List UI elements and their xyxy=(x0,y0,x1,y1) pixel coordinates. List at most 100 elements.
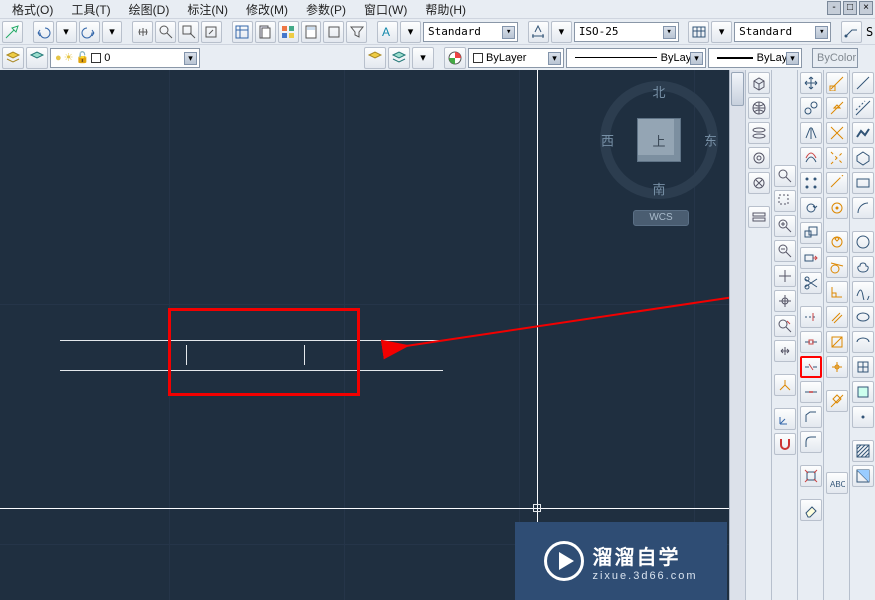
menu-window[interactable]: 窗口(W) xyxy=(356,1,415,18)
array-button[interactable] xyxy=(800,172,822,194)
viewcube-north[interactable]: 北 xyxy=(652,82,665,101)
copy-button[interactable] xyxy=(800,97,822,119)
tool-palette-button[interactable] xyxy=(278,21,299,43)
move-button[interactable] xyxy=(800,72,822,94)
color-button[interactable] xyxy=(444,47,466,69)
close-button[interactable]: × xyxy=(859,1,873,15)
offset-button[interactable] xyxy=(800,147,822,169)
menu-help[interactable]: 帮助(H) xyxy=(417,1,474,18)
view-section-button[interactable] xyxy=(748,206,770,228)
zoom-window-button[interactable] xyxy=(178,21,199,43)
text-drop-button[interactable]: ▾ xyxy=(400,21,421,43)
break-point-button[interactable] xyxy=(800,331,822,353)
markup-button[interactable] xyxy=(323,21,344,43)
sheet-set-button[interactable] xyxy=(255,21,276,43)
osnap-none-button[interactable]: ABC xyxy=(826,472,848,494)
line-weight-combo[interactable]: ByLayer ▾ xyxy=(708,48,802,68)
menu-format[interactable]: 格式(O) xyxy=(4,1,61,18)
osnap-fork-button[interactable] xyxy=(774,374,796,396)
view-swivel-button[interactable] xyxy=(748,122,770,144)
menu-modify[interactable]: 修改(M) xyxy=(238,1,296,18)
pline-button[interactable] xyxy=(852,122,874,144)
osnap-magnet-button[interactable] xyxy=(774,433,796,455)
drawing-canvas[interactable]: 北 南 西 东 上 WCS 溜溜自学 zixue.3d66.com xyxy=(0,70,745,600)
view-orbit-button[interactable] xyxy=(748,147,770,169)
make-block-button[interactable] xyxy=(852,381,874,403)
revcloud-button[interactable] xyxy=(852,256,874,278)
zoom-realtime-button[interactable] xyxy=(774,165,796,187)
zoom-scale-button[interactable] xyxy=(774,240,796,262)
zoom-object-button[interactable] xyxy=(774,290,796,312)
viewcube[interactable]: 北 南 西 东 上 xyxy=(599,80,719,200)
osnap-center-button[interactable] xyxy=(826,197,848,219)
spline-button[interactable] xyxy=(852,281,874,303)
rectangle-button[interactable] xyxy=(852,172,874,194)
osnap-perp-button[interactable] xyxy=(826,281,848,303)
osnap-intersect-button[interactable] xyxy=(826,122,848,144)
undo-button[interactable] xyxy=(33,21,54,43)
minimize-button[interactable]: ‐ xyxy=(827,1,841,15)
wcs-button[interactable]: WCS xyxy=(633,210,689,226)
circle-button[interactable] xyxy=(852,231,874,253)
match-prop-button[interactable] xyxy=(2,21,23,43)
menu-parametric[interactable]: 参数(P) xyxy=(298,1,354,18)
polygon-button[interactable] xyxy=(852,147,874,169)
line-button[interactable] xyxy=(852,72,874,94)
menu-draw[interactable]: 绘图(D) xyxy=(121,1,178,18)
arc-button[interactable] xyxy=(852,197,874,219)
join-button[interactable] xyxy=(800,381,822,403)
mirror-button[interactable] xyxy=(800,122,822,144)
layer-drop-button[interactable]: ▾ xyxy=(412,47,434,69)
extend-button[interactable] xyxy=(800,306,822,328)
text-panel-button[interactable]: A xyxy=(377,21,398,43)
line-type-combo[interactable]: ByLayer ▾ xyxy=(566,48,706,68)
osnap-endpoint-button[interactable] xyxy=(826,72,848,94)
layer-props-button[interactable] xyxy=(2,47,24,69)
dim-drop-button[interactable]: ▾ xyxy=(551,21,572,43)
line-color-combo[interactable]: ByLayer ▾ xyxy=(468,48,564,68)
viewcube-west[interactable]: 西 xyxy=(601,131,614,150)
osnap-insert-button[interactable] xyxy=(826,331,848,353)
ellipse-arc-button[interactable] xyxy=(852,331,874,353)
viewcube-east[interactable]: 东 xyxy=(704,131,717,150)
point-button[interactable] xyxy=(852,406,874,428)
zoom-window-2-button[interactable] xyxy=(774,190,796,212)
osnap-midpoint-button[interactable] xyxy=(826,97,848,119)
osnap-parallel-button[interactable] xyxy=(826,306,848,328)
osnap-nearest-button[interactable] xyxy=(826,390,848,412)
stretch-button[interactable] xyxy=(800,247,822,269)
scale-button[interactable] xyxy=(800,222,822,244)
chamfer-button[interactable] xyxy=(800,406,822,428)
table-panel-button[interactable] xyxy=(688,21,709,43)
osnap-appint-button[interactable] xyxy=(826,147,848,169)
trim-button[interactable] xyxy=(800,272,822,294)
mleader-button[interactable] xyxy=(841,21,862,43)
zoom-dynamic-button[interactable] xyxy=(774,215,796,237)
calc-button[interactable] xyxy=(301,21,322,43)
zoom-center-button[interactable] xyxy=(774,265,796,287)
qselect-button[interactable] xyxy=(346,21,367,43)
maximize-button[interactable]: □ xyxy=(843,1,857,15)
xline-button[interactable] xyxy=(852,97,874,119)
text-style-combo[interactable]: Standard▾ xyxy=(423,22,518,42)
break-button[interactable] xyxy=(800,356,822,378)
dim-style-combo[interactable]: ISO-25▾ xyxy=(574,22,679,42)
ucs-button[interactable] xyxy=(774,408,796,430)
table-drop-button[interactable]: ▾ xyxy=(711,21,732,43)
zoom-prev-button[interactable] xyxy=(201,21,222,43)
redo-drop-button[interactable]: ▾ xyxy=(102,21,123,43)
osnap-quad-button[interactable] xyxy=(826,231,848,253)
viewcube-south[interactable]: 南 xyxy=(652,179,665,198)
layer-combo[interactable]: ● ☀ 🔓 0 ▾ xyxy=(50,48,200,68)
layer-state-button[interactable] xyxy=(364,47,386,69)
view-globe-button[interactable] xyxy=(748,97,770,119)
pan-button[interactable] xyxy=(132,21,153,43)
pan-2-button[interactable] xyxy=(774,340,796,362)
view-walk-button[interactable] xyxy=(748,172,770,194)
view-cube-button[interactable] xyxy=(748,72,770,94)
properties-button[interactable] xyxy=(232,21,253,43)
redo-button[interactable] xyxy=(79,21,100,43)
vertical-scrollbar[interactable] xyxy=(729,70,745,600)
ellipse-button[interactable] xyxy=(852,306,874,328)
undo-drop-button[interactable]: ▾ xyxy=(56,21,77,43)
